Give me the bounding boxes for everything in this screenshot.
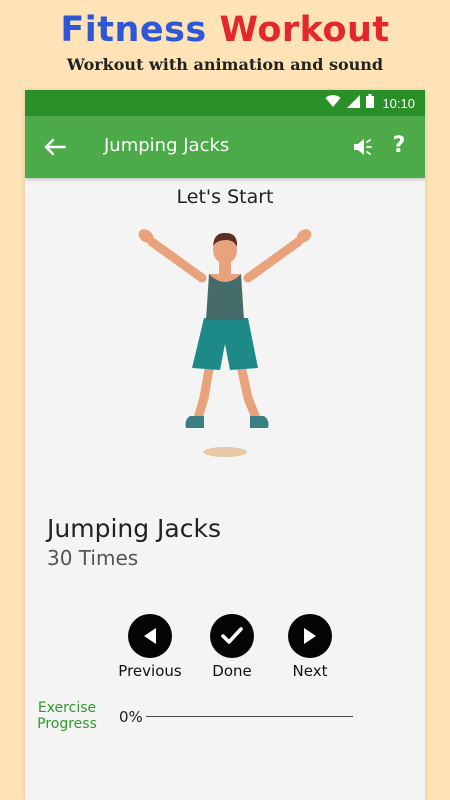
previous-button[interactable]	[128, 614, 172, 658]
ground-shadow	[203, 447, 247, 457]
play-right-icon	[304, 628, 316, 644]
done-button[interactable]	[210, 614, 254, 658]
play-left-icon	[144, 628, 156, 644]
app-bar-title: Jumping Jacks	[104, 135, 230, 156]
status-time: 10:10	[382, 95, 415, 111]
progress-bar	[146, 716, 353, 717]
status-icons: 10:10	[325, 94, 415, 112]
exercise-reps: 30 Times	[47, 546, 139, 570]
back-button[interactable]	[39, 131, 71, 163]
sound-button[interactable]	[349, 132, 379, 162]
done-label: Done	[212, 662, 252, 680]
progress-label: Exercise Progress	[37, 700, 97, 732]
checkmark-icon	[221, 627, 243, 644]
promo-title: Fitness Workout	[0, 8, 450, 52]
help-button[interactable]: ?	[385, 130, 413, 162]
promo-title-word-1: Fitness	[60, 10, 207, 50]
exercise-illustration	[138, 229, 312, 457]
promo-title-word-2: Workout	[219, 10, 390, 50]
speaker-icon	[354, 139, 372, 155]
wifi-icon	[325, 94, 341, 112]
app-bar: Jumping Jacks ?	[25, 116, 425, 178]
next-button[interactable]	[288, 614, 332, 658]
battery-icon	[366, 94, 375, 112]
exercise-name: Jumping Jacks	[47, 514, 221, 543]
next-label: Next	[292, 662, 328, 680]
previous-label: Previous	[118, 662, 182, 680]
progress-percent: 0%	[119, 708, 143, 726]
signal-icon	[347, 94, 361, 112]
promo-subtitle: Workout with animation and sound	[66, 55, 384, 74]
next-control: Next	[265, 614, 355, 680]
previous-control: Previous	[105, 614, 195, 680]
done-control: Done	[187, 614, 277, 680]
stage-heading: Let's Start	[176, 186, 274, 208]
phone-screen: 10:10 Jumping Jacks ? Let's Start Jumpin…	[25, 90, 425, 800]
status-bar: 10:10	[25, 90, 425, 116]
arrow-left-icon	[44, 138, 66, 156]
